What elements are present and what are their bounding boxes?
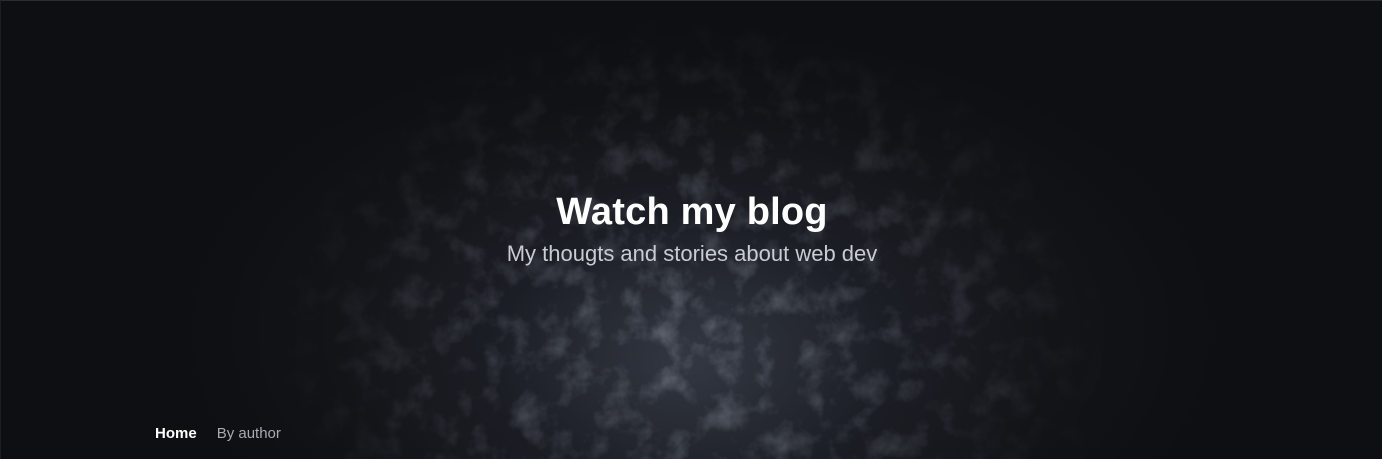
hero-banner: Watch my blog My thougts and stories abo…: [0, 0, 1382, 459]
nav-item-by-author[interactable]: By author: [217, 425, 281, 442]
page-subtitle: My thougts and stories about web dev: [506, 241, 878, 266]
page-title: Watch my blog: [556, 191, 828, 233]
nav-item-home[interactable]: Home: [155, 425, 197, 442]
main-nav: Home By author: [155, 425, 281, 442]
